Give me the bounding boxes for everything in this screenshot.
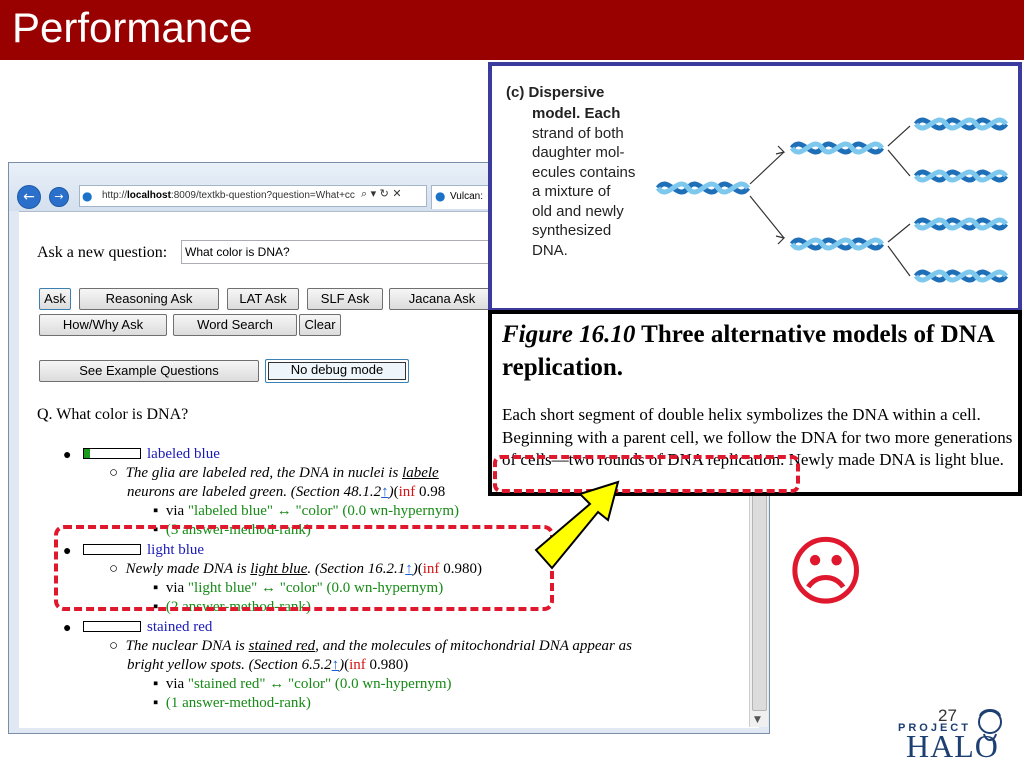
dna-helix-diagram bbox=[492, 66, 1018, 308]
evidence-text: The glia are labeled red, the DNA in nuc… bbox=[125, 465, 403, 481]
answer-bullet: ● bbox=[63, 621, 72, 636]
evidence-line: ○ The nuclear DNA is stained red, and th… bbox=[109, 638, 632, 655]
highlight-box-answer bbox=[54, 525, 554, 611]
back-arrow-icon[interactable]: ← bbox=[17, 185, 41, 209]
ask-label: Ask a new question: bbox=[37, 244, 168, 261]
yellow-arrow-icon bbox=[534, 480, 620, 570]
forward-arrow-icon[interactable]: → bbox=[49, 187, 69, 207]
square-bullet: ▪ bbox=[153, 695, 166, 711]
caption-title: Figure 16.10 Three alternative models of… bbox=[502, 318, 1012, 384]
answer-text: stained red bbox=[147, 619, 213, 635]
answer-bullet: ● bbox=[63, 448, 72, 463]
evidence-text: bright yellow spots. (Section 6.5.2 bbox=[127, 657, 332, 673]
section-up-link[interactable]: ↑ bbox=[381, 484, 389, 500]
evidence-text: , and the molecules of mitochondrial DNA… bbox=[315, 638, 632, 654]
square-bullet: ▪ bbox=[153, 676, 166, 692]
square-bullet: ▪ bbox=[153, 503, 166, 519]
lat-ask-button[interactable]: LAT Ask bbox=[227, 288, 299, 310]
branch-lines-gen1 bbox=[749, 151, 785, 239]
rank-line: ▪ (1 answer-method-rank) bbox=[153, 695, 311, 712]
slide-title-bar: Performance bbox=[0, 0, 1024, 60]
via-text: "labeled blue" ↔ "color" (0.0 wn-hyperny… bbox=[187, 503, 459, 519]
figure-diagram-panel: (c) Dispersive model. Each strand of bot… bbox=[488, 62, 1022, 312]
no-debug-mode-button[interactable]: No debug mode bbox=[265, 359, 409, 383]
evidence-line-2: bright yellow spots. (Section 6.5.2↑)(in… bbox=[127, 657, 409, 673]
evidence-match: labele bbox=[402, 465, 439, 481]
confidence-bar bbox=[83, 621, 141, 633]
url-host: localhost bbox=[127, 190, 171, 201]
via-line: ▪ via "labeled blue" ↔ "color" (0.0 wn-h… bbox=[153, 503, 459, 520]
gen1-helix-top bbox=[792, 144, 882, 152]
how-why-ask-button[interactable]: How/Why Ask bbox=[39, 314, 167, 336]
clear-button[interactable]: Clear bbox=[299, 314, 341, 336]
reasoning-ask-button[interactable]: Reasoning Ask bbox=[79, 288, 219, 310]
parent-helix bbox=[658, 184, 748, 192]
confidence-bar bbox=[83, 448, 141, 460]
scroll-down-arrow-icon[interactable]: ▼ bbox=[754, 715, 761, 725]
ask-button[interactable]: Ask bbox=[39, 288, 71, 310]
via-line: ▪ via "stained red" ↔ "color" (0.0 wn-hy… bbox=[153, 676, 452, 693]
confidence-fill bbox=[84, 449, 90, 459]
answer-item: labeled blue bbox=[83, 446, 220, 463]
word-search-button[interactable]: Word Search bbox=[173, 314, 297, 336]
url-prefix: http:// bbox=[102, 190, 128, 201]
score: 0.98 bbox=[419, 484, 446, 500]
gen2-helix-3 bbox=[916, 220, 1006, 228]
sub-bullet: ○ bbox=[109, 465, 126, 481]
evidence-text: The nuclear DNA is bbox=[125, 638, 249, 654]
gen2-helix-4 bbox=[916, 272, 1006, 280]
inf-label: inf bbox=[349, 657, 366, 673]
gen2-helix-1 bbox=[916, 120, 1006, 128]
answer-item: stained red bbox=[83, 619, 212, 636]
via-label: via bbox=[165, 503, 188, 519]
sad-face-icon: ☹ bbox=[786, 527, 866, 616]
evidence-text: neurons are labeled green. (Section 48.1… bbox=[127, 484, 382, 500]
via-label: via bbox=[165, 676, 188, 692]
scrollbar-thumb[interactable] bbox=[752, 459, 767, 711]
rank-text: (1 answer-method-rank) bbox=[165, 695, 311, 711]
address-tools-icons[interactable]: ⌕ ▾ ↻ ✕ bbox=[361, 187, 402, 201]
section-up-link[interactable]: ↑ bbox=[332, 657, 340, 673]
inf-label: inf bbox=[398, 484, 416, 500]
score: 0.980) bbox=[369, 657, 409, 673]
halo-face-icon bbox=[978, 709, 1002, 741]
evidence-match: stained red bbox=[248, 638, 316, 654]
question-echo: Q. What color is DNA? bbox=[37, 406, 189, 423]
ie-page-icon: ● bbox=[82, 189, 93, 203]
gen2-helix-2 bbox=[916, 172, 1006, 180]
jacana-ask-button[interactable]: Jacana Ask bbox=[389, 288, 495, 310]
url-rest: :8009/textkb-question?question=What+cc bbox=[170, 190, 355, 201]
branch-lines-gen2 bbox=[887, 125, 911, 277]
slf-ask-button[interactable]: SLF Ask bbox=[307, 288, 383, 310]
see-example-questions-button[interactable]: See Example Questions bbox=[39, 360, 259, 382]
slide-title: Performance bbox=[12, 4, 253, 51]
caption-label: Figure 16.10 bbox=[502, 321, 636, 348]
via-text: "stained red" ↔ "color" (0.0 wn-hypernym… bbox=[187, 676, 452, 692]
question-input[interactable] bbox=[181, 240, 501, 264]
evidence-line-2: neurons are labeled green. (Section 48.1… bbox=[127, 484, 446, 500]
sub-bullet: ○ bbox=[109, 638, 126, 654]
tab-page-icon: ● bbox=[435, 189, 446, 203]
evidence-line: ○ The glia are labeled red, the DNA in n… bbox=[109, 465, 439, 482]
answer-text: labeled blue bbox=[147, 446, 220, 462]
gen1-helix-bottom bbox=[792, 240, 882, 248]
